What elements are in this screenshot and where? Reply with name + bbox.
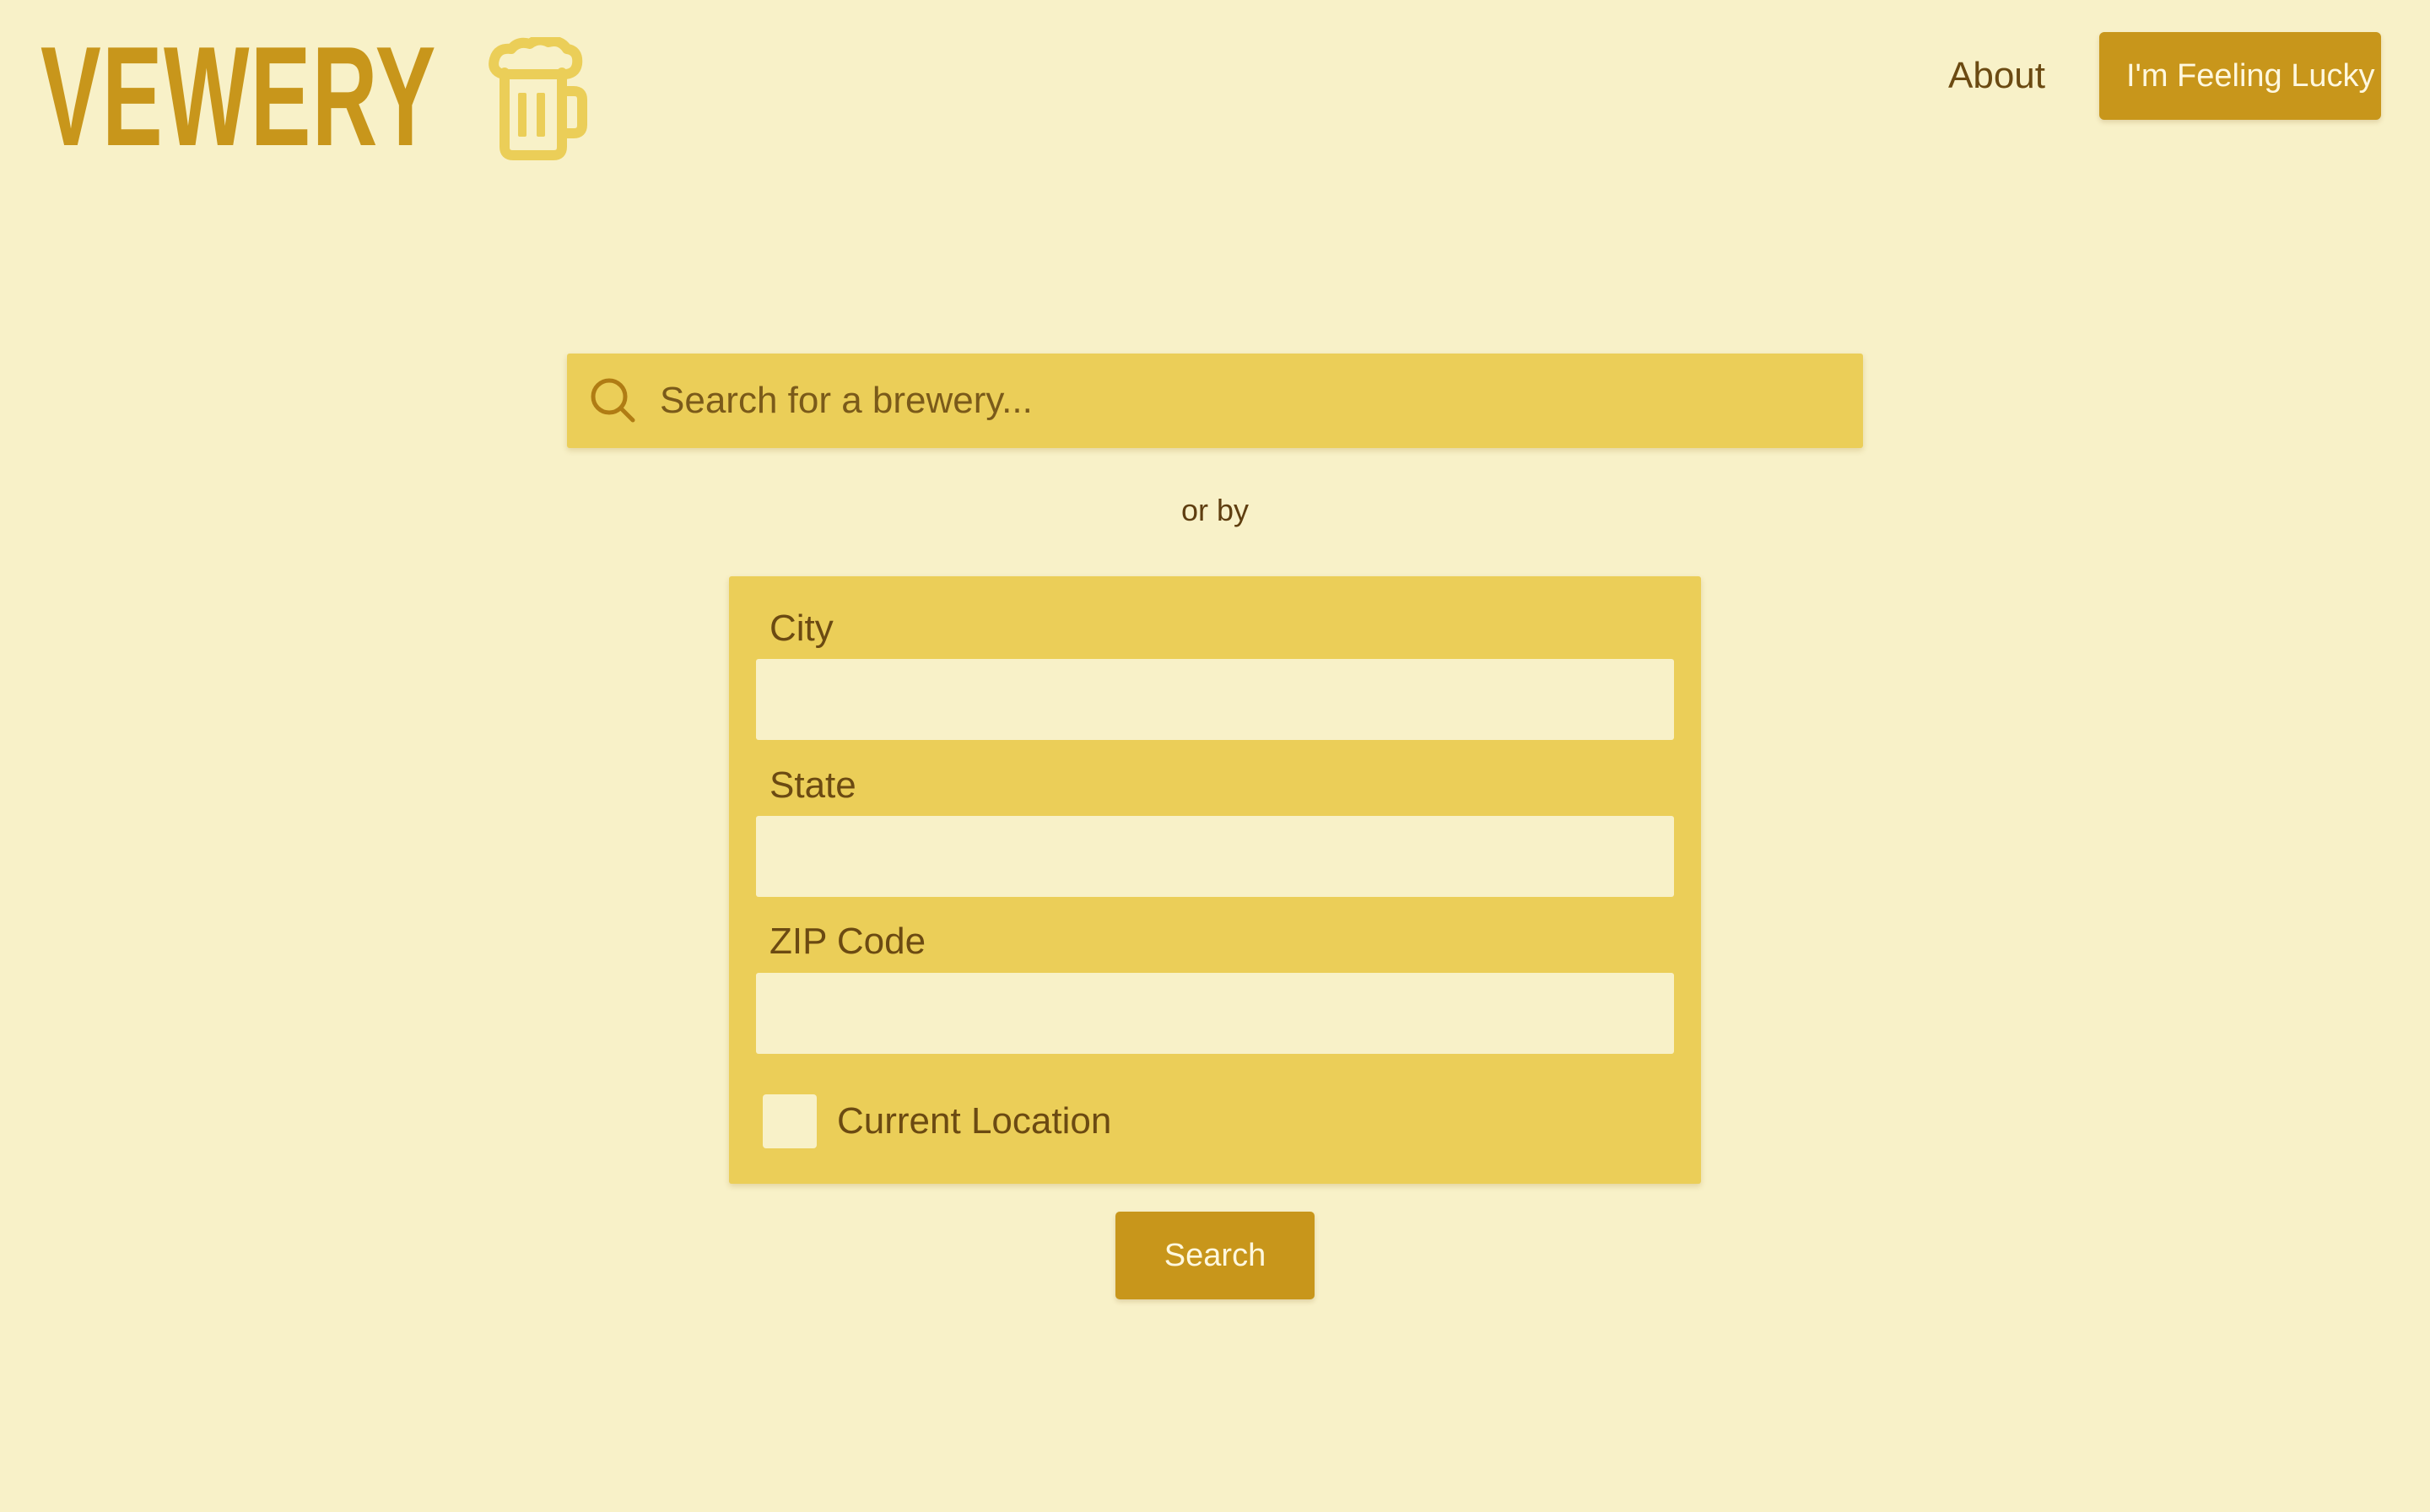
location-search-form: City State ZIP Code Current Location — [729, 576, 1701, 1184]
logo-text: VEWERY — [40, 17, 437, 176]
beer-mug-icon — [489, 37, 587, 160]
state-input[interactable] — [756, 816, 1674, 897]
current-location-option[interactable]: Current Location — [763, 1094, 1111, 1149]
logo[interactable]: VEWERY — [40, 25, 648, 167]
brewery-search-input[interactable] — [660, 354, 1863, 448]
search-button[interactable]: Search — [1115, 1212, 1315, 1299]
state-label: State — [770, 764, 856, 806]
zip-code-label: ZIP Code — [770, 921, 926, 962]
city-label: City — [770, 608, 834, 649]
top-nav: About I'm Feeling Lucky — [1948, 32, 2381, 120]
current-location-label[interactable]: Current Location — [837, 1100, 1111, 1142]
current-location-checkbox[interactable] — [763, 1094, 817, 1148]
brewery-search-bar[interactable] — [567, 354, 1863, 448]
feeling-lucky-button[interactable]: I'm Feeling Lucky — [2099, 32, 2381, 120]
city-input[interactable] — [756, 659, 1674, 740]
zip-code-input[interactable] — [756, 973, 1674, 1054]
about-link[interactable]: About — [1948, 55, 2045, 97]
or-by-divider: or by — [1180, 493, 1250, 527]
search-icon — [591, 378, 635, 423]
